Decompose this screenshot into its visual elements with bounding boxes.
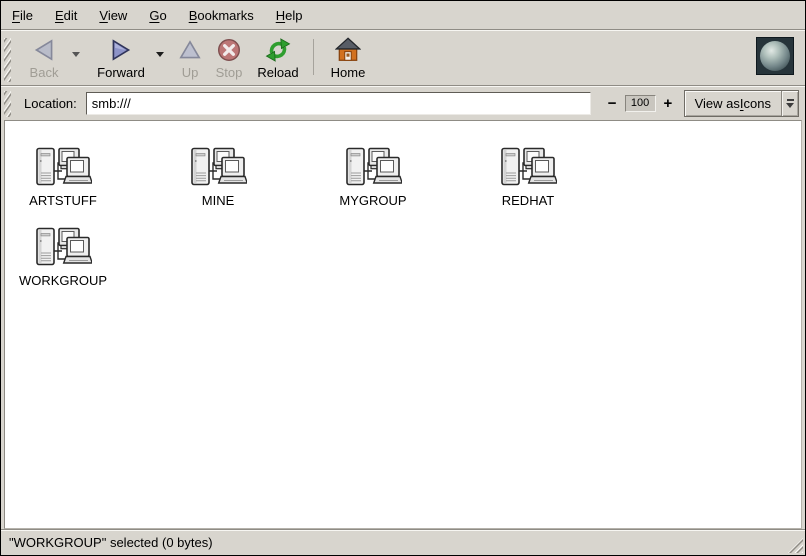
stop-button[interactable]: Stop [208, 34, 250, 80]
workgroup-item-workgroup[interactable]: WORKGROUP [8, 227, 118, 288]
network-workgroup-icon [34, 147, 92, 189]
home-label: Home [331, 66, 366, 80]
menu-file[interactable]: File [1, 3, 44, 28]
status-bar: "WORKGROUP" selected (0 bytes) [1, 529, 805, 555]
throbber [756, 37, 794, 75]
icon-row: WORKGROUP [8, 227, 801, 288]
home-button[interactable]: Home [323, 34, 373, 80]
view-as-label: View as Icons [685, 91, 781, 116]
content-frame: ARTSTUFF MINE MYGROUP REDHAT [1, 120, 805, 529]
workgroup-item-label: ARTSTUFF [29, 193, 97, 208]
resize-grip[interactable] [788, 538, 803, 553]
workgroup-item-label: MYGROUP [339, 193, 406, 208]
icon-grid: ARTSTUFF MINE MYGROUP REDHAT [5, 121, 801, 288]
back-history-dropdown[interactable] [68, 34, 84, 74]
menu-help[interactable]: Help [265, 3, 314, 28]
workgroup-item-label: WORKGROUP [19, 273, 107, 288]
status-text: "WORKGROUP" selected (0 bytes) [9, 535, 213, 550]
menu-go[interactable]: Go [138, 3, 177, 28]
location-input[interactable] [86, 92, 591, 115]
chevron-down-icon [72, 52, 80, 57]
network-workgroup-icon [189, 147, 247, 189]
home-icon [335, 37, 361, 63]
icon-view-canvas[interactable]: ARTSTUFF MINE MYGROUP REDHAT [4, 120, 802, 529]
menu-bar: File Edit View Go Bookmarks Help [1, 1, 805, 29]
location-bar: Location: − 100 + View as Icons [1, 87, 805, 120]
menu-bookmarks[interactable]: Bookmarks [178, 3, 265, 28]
network-workgroup-icon [344, 147, 402, 189]
location-label: Location: [24, 96, 77, 111]
back-label: Back [30, 66, 59, 80]
menu-edit[interactable]: Edit [44, 3, 88, 28]
zoom-level-indicator[interactable]: 100 [625, 95, 656, 112]
network-workgroup-icon [499, 147, 557, 189]
menu-view[interactable]: View [88, 3, 138, 28]
toolbar-grip-handle[interactable] [4, 38, 11, 82]
workgroup-item-mygroup[interactable]: MYGROUP [318, 147, 428, 208]
view-as-dropdown[interactable]: View as Icons [684, 90, 799, 117]
reload-button[interactable]: Reload [250, 34, 306, 80]
chevron-down-icon [156, 52, 164, 57]
up-button[interactable]: Up [172, 34, 208, 80]
workgroup-item-mine[interactable]: MINE [163, 147, 273, 208]
file-manager-window: File Edit View Go Bookmarks Help Back Fo… [0, 0, 806, 556]
workgroup-item-label: REDHAT [502, 193, 554, 208]
icon-row: ARTSTUFF MINE MYGROUP REDHAT [8, 147, 801, 208]
back-arrow-icon [31, 37, 57, 63]
reload-label: Reload [257, 66, 298, 80]
chevron-down-icon [786, 103, 794, 108]
reload-icon [265, 37, 291, 63]
dropdown-arrow-button[interactable] [781, 91, 798, 116]
workgroup-item-redhat[interactable]: REDHAT [473, 147, 583, 208]
up-label: Up [182, 66, 199, 80]
back-button[interactable]: Back [20, 34, 68, 80]
zoom-out-button[interactable]: − [603, 95, 622, 112]
dropdown-indicator-icon [787, 99, 794, 101]
workgroup-item-label: MINE [202, 193, 235, 208]
zoom-in-button[interactable]: + [659, 95, 678, 112]
forward-label: Forward [97, 66, 145, 80]
forward-button[interactable]: Forward [90, 34, 152, 80]
forward-history-dropdown[interactable] [152, 34, 168, 74]
network-workgroup-icon [34, 227, 92, 269]
stop-label: Stop [216, 66, 243, 80]
stop-icon [216, 37, 242, 63]
toolbar-separator [313, 39, 314, 75]
workgroup-item-artstuff[interactable]: ARTSTUFF [8, 147, 118, 208]
throbber-sphere-icon [760, 41, 790, 71]
up-arrow-icon [177, 37, 203, 63]
location-bar-grip-handle[interactable] [4, 91, 11, 117]
forward-arrow-icon [108, 37, 134, 63]
toolbar: Back Forward Up Stop [1, 31, 805, 85]
